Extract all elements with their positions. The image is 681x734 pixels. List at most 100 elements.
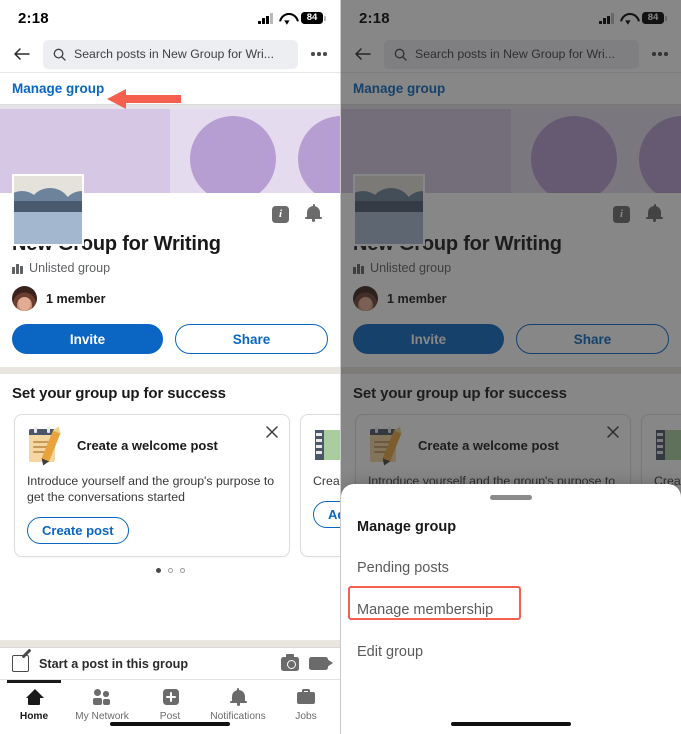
wifi-icon xyxy=(620,12,636,24)
bell-icon xyxy=(228,687,249,707)
group-members-row-right[interactable]: 1 member xyxy=(353,286,669,311)
pager-dot-3[interactable] xyxy=(179,568,185,574)
top-search-bar-right: Search posts in New Group for Wri... xyxy=(341,36,681,73)
home-indicator xyxy=(110,721,230,726)
share-button-right[interactable]: Share xyxy=(516,324,669,354)
nav-item-notifications[interactable]: Notifications xyxy=(204,687,272,722)
notepad-pencil-icon xyxy=(368,426,408,464)
pager-dot-2[interactable] xyxy=(167,568,173,574)
manage-group-link[interactable]: Manage group xyxy=(12,81,104,96)
more-options-icon[interactable] xyxy=(309,46,329,62)
cellular-signal-icon xyxy=(599,13,614,24)
nav-item-jobs[interactable]: Jobs xyxy=(272,687,340,722)
member-avatar xyxy=(12,286,37,311)
battery-indicator-right: 84 xyxy=(642,11,667,25)
group-members-row[interactable]: 1 member xyxy=(12,286,328,311)
setup-card-create-posts[interactable]: Create posts Add xyxy=(300,414,340,558)
battery-level-label-right: 84 xyxy=(642,11,664,25)
member-count-label-right: 1 member xyxy=(387,291,447,306)
search-icon xyxy=(53,48,66,61)
cellular-signal-icon xyxy=(258,13,273,24)
setup-card-title: Create a welcome post xyxy=(77,437,218,453)
search-input-right[interactable]: Search posts in New Group for Wri... xyxy=(384,39,640,69)
invite-button-right[interactable]: Invite xyxy=(353,324,504,354)
video-camera-icon[interactable] xyxy=(309,657,333,670)
group-cta-row: Invite Share xyxy=(12,324,328,367)
battery-tip xyxy=(324,15,326,21)
building-chart-icon xyxy=(313,426,340,464)
setup-card-body-2: Create posts xyxy=(313,474,340,488)
building-chart-icon xyxy=(654,426,681,464)
setup-card-header-2 xyxy=(313,426,340,464)
setup-cards-carousel[interactable]: Create a welcome post Introduce yourself… xyxy=(0,402,340,558)
notification-bell-icon[interactable] xyxy=(646,204,663,223)
sheet-item-label-pending-posts: Pending posts xyxy=(357,559,449,576)
left-panel-content: 2:18 84 Search posts in New Group for Wr… xyxy=(0,0,340,734)
nav-item-my-network[interactable]: My Network xyxy=(68,687,136,722)
member-count-label: 1 member xyxy=(46,291,106,306)
group-type-label-right: Unlisted group xyxy=(369,261,452,275)
home-icon xyxy=(24,687,45,707)
left-phone-panel: 2:18 84 Search posts in New Group for Wr… xyxy=(0,0,340,734)
member-avatar xyxy=(353,286,378,311)
battery-indicator: 84 xyxy=(301,11,326,25)
more-options-icon[interactable] xyxy=(650,46,670,62)
setup-section-title-right: Set your group up for success xyxy=(353,385,567,402)
sheet-item-manage-membership[interactable]: Manage membership xyxy=(341,585,681,631)
annotation-arrow-icon xyxy=(107,88,181,110)
pager-dot-1[interactable] xyxy=(155,568,161,574)
setup-card-header-2-right xyxy=(654,426,681,464)
status-bar-right: 2:18 84 xyxy=(341,0,681,36)
notification-bell-icon[interactable] xyxy=(305,204,322,223)
info-icon[interactable]: i xyxy=(272,205,289,223)
group-avatar[interactable] xyxy=(12,174,84,246)
search-placeholder-text-right: Search posts in New Group for Wri... xyxy=(415,47,616,61)
nav-item-home[interactable]: Home xyxy=(0,680,68,722)
info-icon[interactable]: i xyxy=(613,205,630,223)
sheet-item-pending-posts[interactable]: Pending posts xyxy=(341,547,681,589)
carousel-pager[interactable] xyxy=(0,557,340,583)
right-panel-content: 2:18 84 Search posts in New Group for Wr… xyxy=(341,0,681,734)
compose-pen-icon xyxy=(12,655,29,672)
screenshot-stage: 2:18 84 Search posts in New Group for Wr… xyxy=(0,0,681,734)
status-icons-right: 84 xyxy=(599,11,667,25)
cover-circle-1 xyxy=(190,116,276,193)
group-type-label: Unlisted group xyxy=(28,261,111,275)
camera-icon[interactable] xyxy=(281,653,299,671)
my-network-icon xyxy=(92,687,113,707)
search-placeholder-text: Search posts in New Group for Wri... xyxy=(74,47,275,61)
avatar-water xyxy=(14,212,82,244)
create-post-button[interactable]: Create post xyxy=(27,517,129,545)
back-arrow-icon[interactable] xyxy=(353,44,373,64)
setup-card-body: Introduce yourself and the group's purpo… xyxy=(27,474,275,505)
close-icon[interactable] xyxy=(265,425,279,439)
nav-label-jobs: Jobs xyxy=(295,711,317,722)
status-icons: 84 xyxy=(258,11,326,25)
back-arrow-icon[interactable] xyxy=(12,44,32,64)
nav-label-notifications: Notifications xyxy=(210,711,266,722)
add-button[interactable]: Add xyxy=(313,501,340,529)
nav-item-post[interactable]: Post xyxy=(136,687,204,722)
search-input[interactable]: Search posts in New Group for Wri... xyxy=(43,39,299,69)
status-bar: 2:18 84 xyxy=(0,0,340,36)
group-avatar-right[interactable] xyxy=(353,174,425,246)
status-time: 2:18 xyxy=(18,9,49,27)
setup-card-header: Create a welcome post xyxy=(27,426,277,464)
status-time-right: 2:18 xyxy=(359,9,390,27)
nav-label-my-network: My Network xyxy=(75,711,129,722)
share-button[interactable]: Share xyxy=(175,324,328,354)
wifi-icon xyxy=(279,12,295,24)
bottom-section-divider xyxy=(0,640,340,647)
avatar-band xyxy=(14,201,82,213)
battery-level-label: 84 xyxy=(301,11,323,25)
invite-button[interactable]: Invite xyxy=(12,324,163,354)
right-phone-panel: 2:18 84 Search posts in New Group for Wr… xyxy=(340,0,681,734)
group-people-icon xyxy=(12,263,23,274)
sheet-item-edit-group[interactable]: Edit group xyxy=(341,631,681,673)
top-search-bar: Search posts in New Group for Wri... xyxy=(0,36,340,73)
manage-group-link-right[interactable]: Manage group xyxy=(353,81,445,96)
setup-card-welcome-post[interactable]: Create a welcome post Introduce yourself… xyxy=(14,414,290,558)
cover-circle-1 xyxy=(531,116,617,193)
compose-post-row[interactable]: Start a post in this group xyxy=(0,647,340,679)
close-icon[interactable] xyxy=(606,425,620,439)
